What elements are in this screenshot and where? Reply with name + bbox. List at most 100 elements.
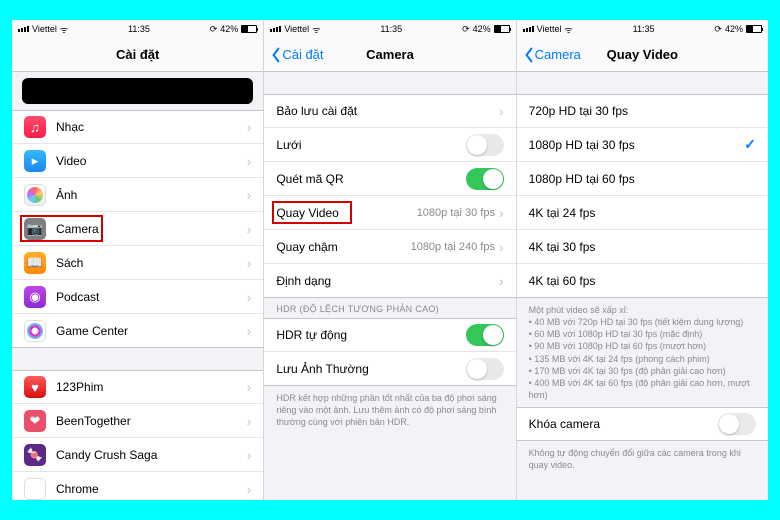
toggle-switch[interactable] [466, 134, 504, 156]
chevron-right-icon: › [247, 187, 252, 203]
wifi-icon: ᯤ [565, 23, 573, 36]
app2-icon: ❤ [24, 410, 46, 432]
row-label: 720p HD tại 30 fps [529, 104, 756, 118]
settings-row[interactable]: ◉Chrome› [12, 472, 263, 500]
video-option-row[interactable]: 720p HD tại 30 fps [517, 94, 768, 128]
gc-icon [24, 320, 46, 342]
app1-icon: ♥ [24, 376, 46, 398]
pane-record-video: Viettelᯤ 11:35 ⟳42% Camera Quay Video 72… [517, 20, 768, 500]
settings-row[interactable]: 🍬 Candy Crush Saga› [12, 438, 263, 472]
settings-row[interactable]: ♥ 123Phim› [12, 370, 263, 404]
chevron-right-icon: › [247, 323, 252, 339]
settings-row[interactable]: ◉Podcast› [12, 280, 263, 314]
settings-row[interactable]: 📖 Sách› [12, 246, 263, 280]
pane-camera: Viettelᯤ 11:35 ⟳42% Cài đặt Camera Bảo l… [264, 20, 516, 500]
back-button[interactable]: Cài đặt [270, 47, 323, 63]
row-label: Bảo lưu cài đặt [276, 104, 499, 118]
group-header: HDR (ĐỘ LỆCH TƯƠNG PHẢN CAO) [264, 298, 515, 318]
back-label: Camera [535, 47, 581, 62]
battery-icon [746, 25, 762, 33]
settings-row[interactable]: ❤ BeenTogether› [12, 404, 263, 438]
battery-pct: 42% [725, 24, 743, 34]
settings-row[interactable]: Game Center› [12, 314, 263, 348]
chevron-right-icon: › [499, 239, 504, 255]
signal-icon [270, 26, 281, 32]
music-icon: ♫ [24, 116, 46, 138]
sync-icon: ⟳ [462, 24, 470, 35]
row-label: Sách [56, 256, 247, 270]
chevron-right-icon: › [247, 413, 252, 429]
clock: 11:35 [633, 24, 655, 34]
battery-icon [241, 25, 257, 33]
row-label: Game Center [56, 324, 247, 338]
chevron-right-icon: › [247, 447, 252, 463]
signal-icon [18, 26, 29, 32]
sync-icon: ⟳ [714, 24, 722, 35]
back-label: Cài đặt [282, 47, 323, 62]
wifi-icon: ᯤ [312, 23, 320, 36]
chevron-right-icon: › [247, 153, 252, 169]
app3-icon: 🍬 [24, 444, 46, 466]
chevron-right-icon: › [247, 289, 252, 305]
row-label: Video [56, 154, 247, 168]
sync-icon: ⟳ [210, 24, 218, 35]
video-icon: ▸ [24, 150, 46, 172]
settings-row[interactable]: Quét mã QR [264, 162, 515, 196]
settings-row[interactable]: Lưu Ảnh Thường [264, 352, 515, 386]
settings-row[interactable]: Quay chậm1080p tại 240 fps› [264, 230, 515, 264]
settings-row[interactable]: Ảnh› [12, 178, 263, 212]
row-label: Ảnh [56, 188, 247, 202]
status-bar: Viettelᯤ 11:35 ⟳42% [264, 20, 515, 38]
row-label: BeenTogether [56, 414, 247, 428]
battery-icon [494, 25, 510, 33]
settings-row[interactable]: ♫Nhạc› [12, 110, 263, 144]
carrier: Viettel [284, 24, 309, 34]
clock: 11:35 [128, 24, 150, 34]
settings-row[interactable]: Khóa camera [517, 407, 768, 441]
titlebar: Cài đặt [12, 38, 263, 72]
signal-icon [523, 26, 534, 32]
settings-row[interactable]: Bảo lưu cài đặt› [264, 94, 515, 128]
status-bar: Viettelᯤ 11:35 ⟳42% [12, 20, 263, 38]
toggle-switch[interactable] [466, 358, 504, 380]
row-value: 1080p tại 240 fps [411, 241, 495, 253]
settings-row[interactable]: Lưới [264, 128, 515, 162]
row-value: 1080p tại 30 fps [417, 207, 495, 219]
chevron-right-icon: › [499, 273, 504, 289]
video-option-row[interactable]: 1080p HD tại 60 fps [517, 162, 768, 196]
video-option-row[interactable]: 1080p HD tại 30 fps✓ [517, 128, 768, 162]
titlebar: Camera Quay Video [517, 38, 768, 72]
video-option-row[interactable]: 4K tại 30 fps [517, 230, 768, 264]
obscured-row [22, 78, 253, 104]
group-footer: HDR kết hợp những phần tốt nhất của ba đ… [264, 386, 515, 434]
row-label: Camera [56, 222, 247, 236]
row-label: Quét mã QR [276, 172, 465, 186]
row-label: Candy Crush Saga [56, 448, 247, 462]
chevron-right-icon: › [247, 379, 252, 395]
chevron-right-icon: › [499, 205, 504, 221]
books-icon: 📖 [24, 252, 46, 274]
triptych: Viettelᯤ 11:35 ⟳42% Cài đặt ♫Nhạc›▸Video… [12, 20, 768, 500]
row-label: 4K tại 24 fps [529, 206, 756, 220]
settings-row[interactable]: HDR tự động [264, 318, 515, 352]
video-option-row[interactable]: 4K tại 60 fps [517, 264, 768, 298]
chevron-right-icon: › [247, 481, 252, 497]
toggle-switch[interactable] [718, 413, 756, 435]
chevron-right-icon: › [247, 255, 252, 271]
battery-pct: 42% [473, 24, 491, 34]
back-button[interactable]: Camera [523, 47, 581, 63]
row-label: Khóa camera [529, 417, 718, 431]
status-bar: Viettelᯤ 11:35 ⟳42% [517, 20, 768, 38]
settings-row[interactable]: Định dạng› [264, 264, 515, 298]
chevron-right-icon: › [247, 119, 252, 135]
settings-row[interactable]: Quay Video1080p tại 30 fps› [264, 196, 515, 230]
settings-row[interactable]: ▸ Video› [12, 144, 263, 178]
toggle-switch[interactable] [466, 168, 504, 190]
video-option-row[interactable]: 4K tại 24 fps [517, 196, 768, 230]
wifi-icon: ᯤ [60, 23, 68, 36]
settings-row[interactable]: 📷Camera› [12, 212, 263, 246]
chevron-right-icon: › [247, 221, 252, 237]
toggle-switch[interactable] [466, 324, 504, 346]
row-label: 123Phim [56, 380, 247, 394]
chevron-right-icon: › [499, 103, 504, 119]
